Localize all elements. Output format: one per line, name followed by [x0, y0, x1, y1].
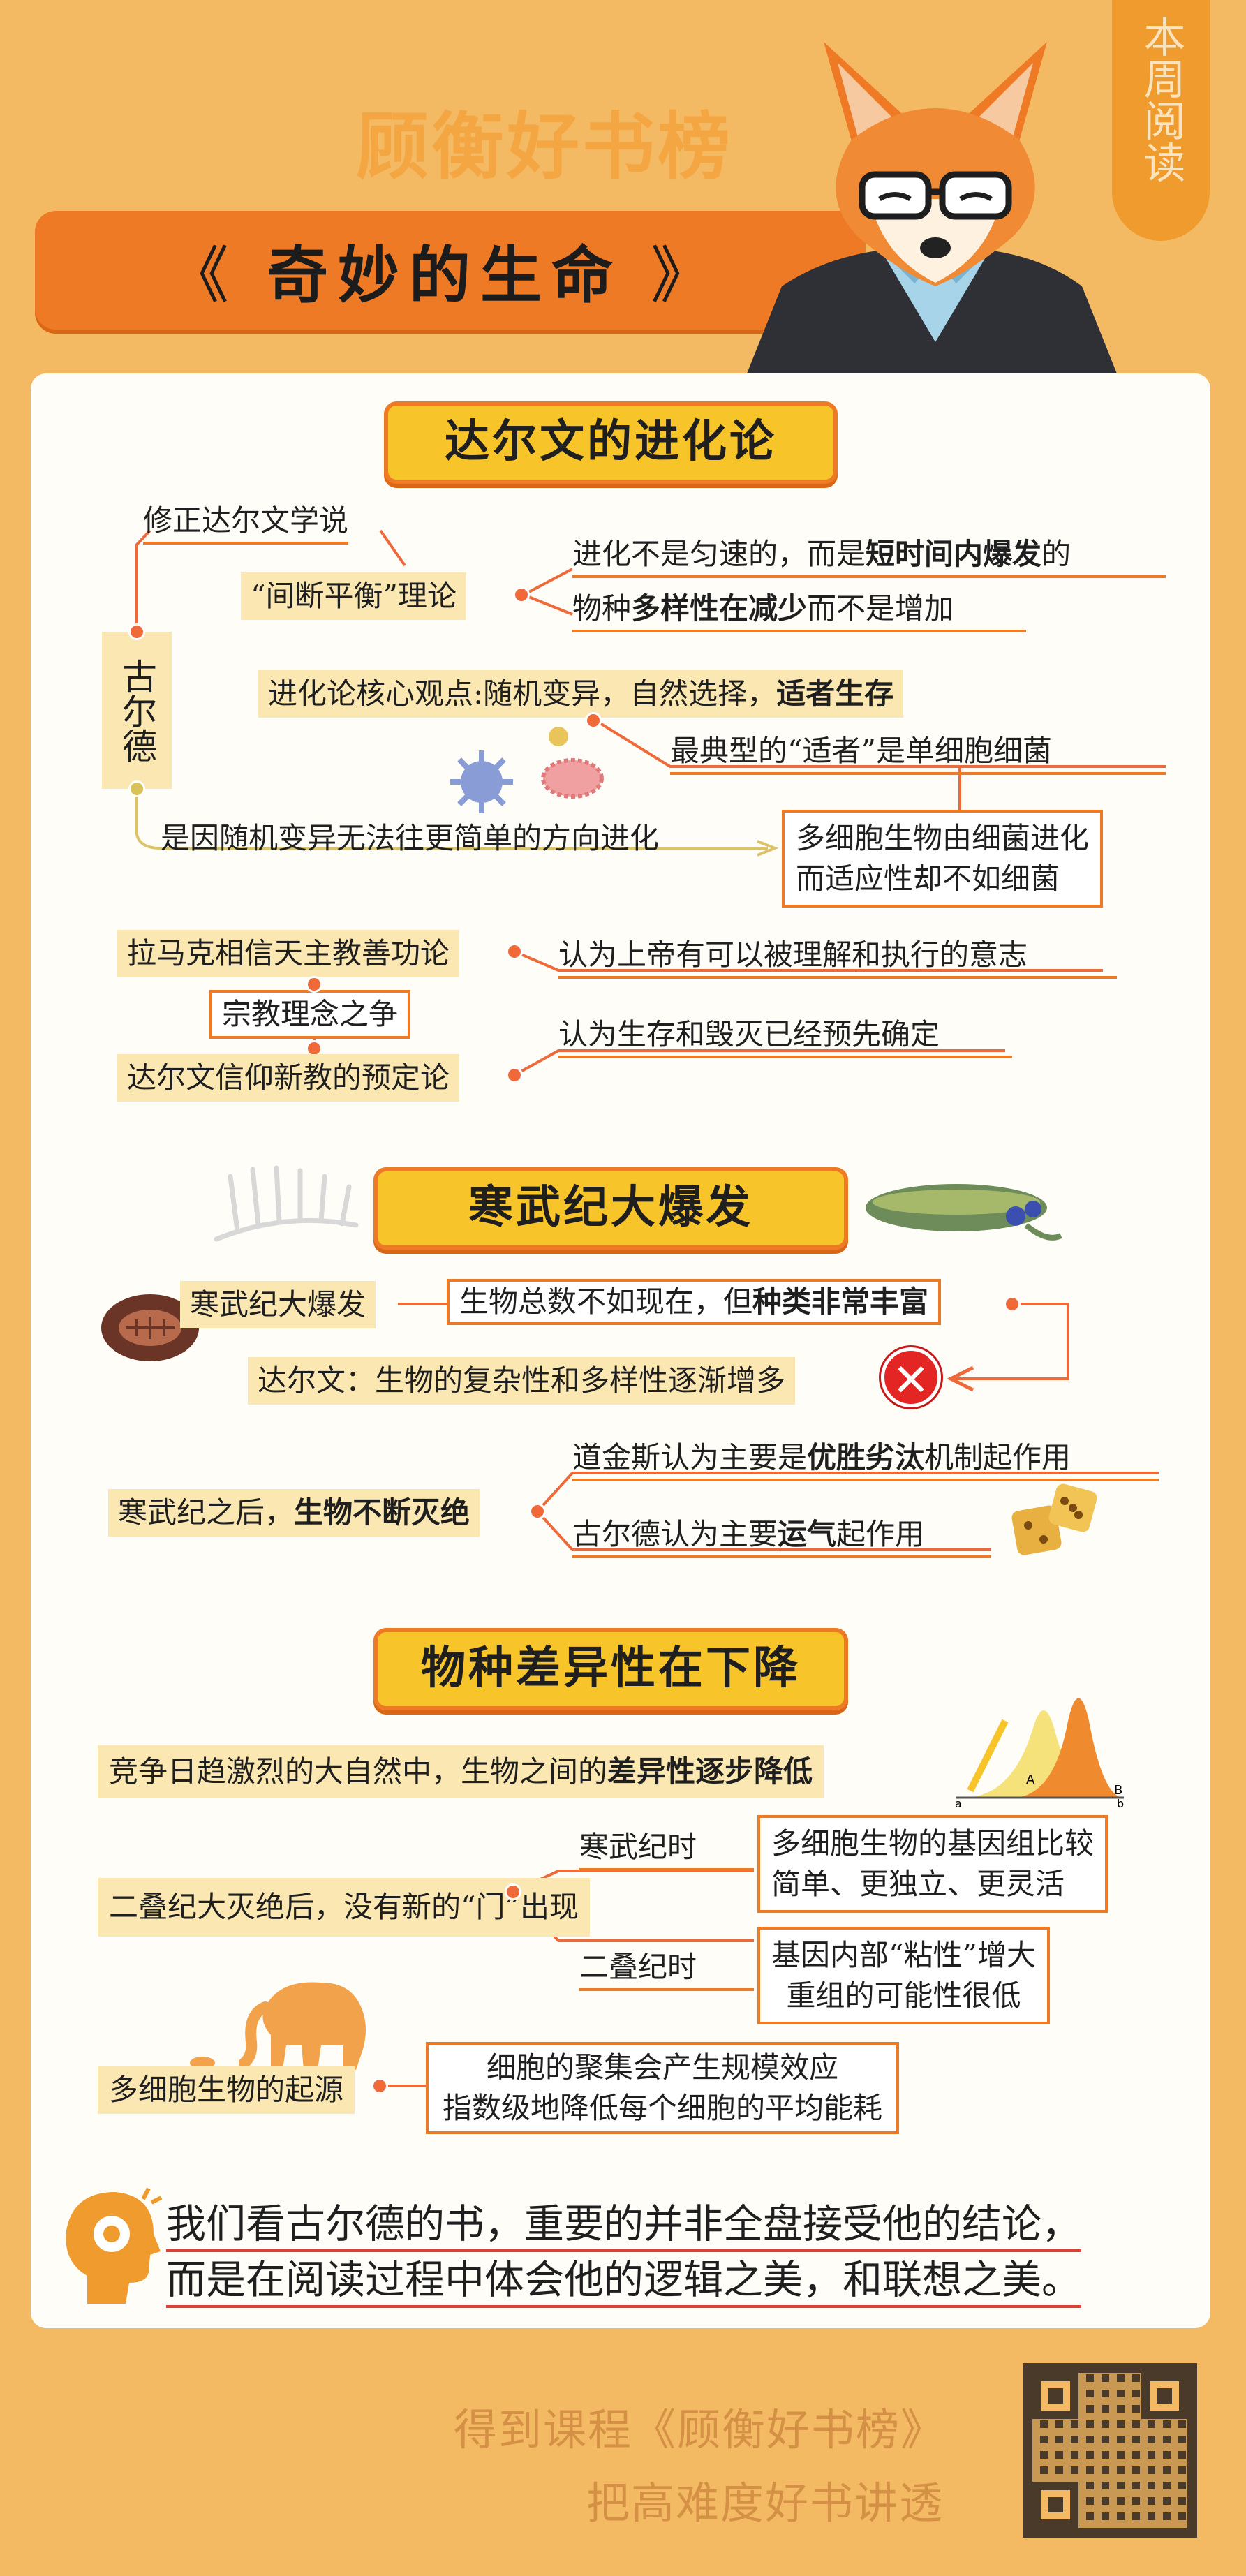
curve-label-a: a — [955, 1797, 962, 1808]
religion-top-dot — [306, 976, 322, 993]
darwin-faith-dot — [506, 1067, 523, 1083]
darwin-faith-label: 达尔文信仰新教的预定论 — [117, 1054, 460, 1102]
lamarck-label: 拉马克相信天主教善功论 — [117, 930, 460, 977]
dice-icon — [1011, 1483, 1097, 1555]
permian-time-label: 二叠纪时 — [579, 1949, 754, 1991]
origin-dot — [371, 2078, 388, 2094]
cambrian-explosion-label: 寒武纪大爆发 — [180, 1281, 376, 1328]
thinking-head-icon — [66, 2187, 163, 2304]
qr-finder-bl — [1032, 2482, 1078, 2528]
footer-slogan: 把高难度好书讲透 — [586, 2478, 944, 2529]
lamarck-dot — [506, 943, 523, 960]
after-cambrian-dot — [529, 1503, 546, 1520]
footer-course: 得到课程《顾衡好书榜》 — [454, 2404, 946, 2455]
qr-finder-tr — [1141, 2373, 1187, 2419]
permian-genome-box: 基因内部“粘性”增大 重组的可能性很低 — [757, 1927, 1050, 2024]
bacteria-illustration — [450, 727, 604, 813]
section-heading-diversity: 物种差异性在下降 — [373, 1628, 848, 1710]
theory-point-speed: 进化不是匀速的，而是短时间内爆发的 — [572, 536, 1166, 578]
arrow-left-icon — [947, 1365, 974, 1392]
gould-view: 古尔德认为主要运气起作用 — [572, 1516, 991, 1558]
lamarck-note: 认为上帝有可以被理解和执行的意志 — [558, 937, 1117, 979]
elephant-mouse-illustration — [190, 1982, 366, 2070]
random-variation-note: 是因随机变异无法往更简单的方向进化 — [161, 821, 660, 855]
evolution-core-view: 进化论核心观点:随机变异，自然选择，适者生存 — [258, 670, 904, 718]
qr-finder-tl — [1032, 2373, 1078, 2419]
wrong-x-icon: ✕ — [881, 1347, 941, 1407]
section-heading-cambrian: 寒武纪大爆发 — [373, 1167, 848, 1250]
cambrian-time-label: 寒武纪时 — [579, 1829, 754, 1871]
competition-note: 竞争日趋激烈的大自然中，生物之间的差异性逐步降低 — [98, 1745, 824, 1798]
conclusion-line-1: 我们看古尔德的书，重要的并非全盘接受他的结论， — [166, 2199, 1081, 2252]
origin-box: 细胞的聚集会产生规模效应 指数级地降低每个细胞的平均能耗 — [426, 2042, 900, 2134]
cambrian-fact-box: 生物总数不如现在，但种类非常丰富 — [447, 1279, 942, 1325]
curve-label-B: B — [1114, 1783, 1122, 1798]
darwin-faith-note: 认为生存和毁灭已经预先确定 — [558, 1016, 1012, 1058]
anomalocaris-illustration — [866, 1184, 1062, 1241]
theory-dot — [513, 586, 530, 603]
cambrian-fact-dot — [1004, 1296, 1021, 1312]
cambrian-genome-box: 多细胞生物的基因组比较 简单、更独立、更灵活 — [757, 1815, 1108, 1913]
multicellular-box: 多细胞生物由细菌进化 而适应性却不如细菌 — [782, 810, 1104, 908]
curve-label-b: b — [1117, 1797, 1124, 1808]
gould-top-dot — [128, 623, 145, 640]
punctuated-equilibrium-theory: “间断平衡”理论 — [241, 572, 466, 620]
qr-code[interactable] — [1023, 2363, 1197, 2538]
theory-point-diversity: 物种多样性在减少而不是增加 — [572, 591, 1026, 632]
permian-dot — [505, 1883, 521, 1900]
person-gould: 古尔德 — [102, 632, 172, 789]
curve-label-A: A — [1026, 1772, 1035, 1787]
section-heading-darwin: 达尔文的进化论 — [384, 401, 838, 484]
religion-debate: 宗教理念之争 — [209, 990, 411, 1039]
fossil-skeleton-illustration — [214, 1165, 359, 1242]
darwin-claim: 达尔文：生物的复杂性和多样性逐渐增多 — [248, 1357, 796, 1405]
conclusion-line-2: 而是在阅读过程中体会他的逻辑之美，和联想之美。 — [166, 2255, 1081, 2308]
typical-fittest: 最典型的“适者”是单细胞细菌 — [670, 733, 1166, 775]
revise-darwin-label: 修正达尔文学说 — [143, 503, 349, 545]
gould-bottom-dot — [128, 780, 145, 797]
distribution-curves-illustration: a A B b — [955, 1698, 1124, 1808]
after-cambrian-label: 寒武纪之后，生物不断灭绝 — [108, 1489, 480, 1537]
multicellular-origin-label: 多细胞生物的起源 — [98, 2066, 355, 2114]
dawkins-view: 道金斯认为主要是优胜劣汰机制起作用 — [572, 1439, 1159, 1481]
